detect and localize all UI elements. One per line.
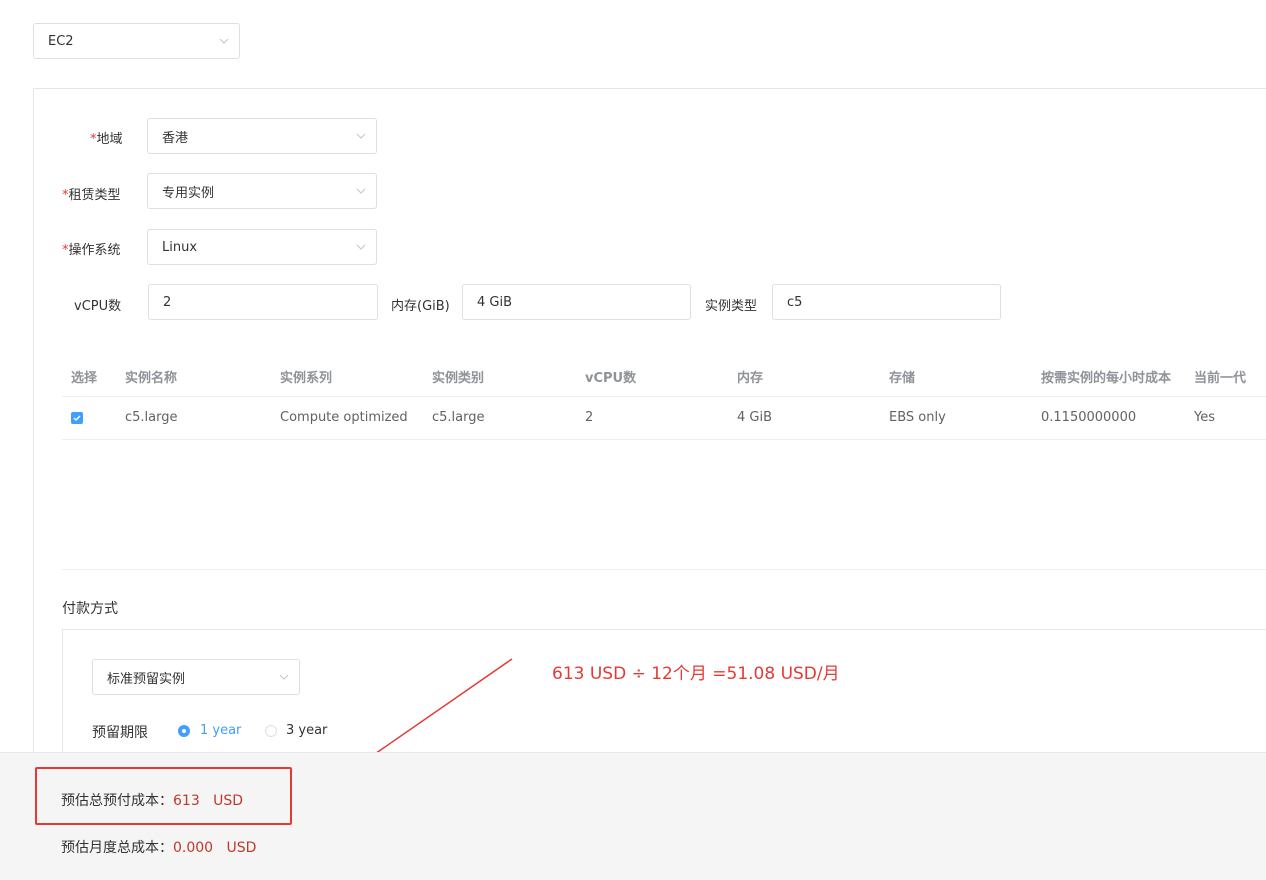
memory-label: 内存(GiB) (391, 299, 450, 314)
table-header-vcpu: vCPU数 (585, 371, 637, 386)
term-option-1year[interactable]: 1 year (200, 723, 241, 738)
table-header-divider (62, 396, 1266, 397)
monthly-cost-row: 预估月度总成本：0.000 USD (61, 837, 256, 857)
row-vcpu: 2 (585, 410, 594, 425)
term-radio-3year[interactable] (265, 725, 277, 737)
row-current-gen: Yes (1194, 410, 1215, 425)
row-name: c5.large (125, 410, 178, 425)
payment-method-select[interactable]: 标准预留实例 (92, 659, 300, 695)
os-select[interactable]: Linux (147, 229, 377, 265)
highlight-box (35, 767, 292, 825)
instance-type-input[interactable]: c5 (772, 284, 1001, 320)
table-header-select: 选择 (71, 371, 98, 386)
row-category: c5.large (432, 410, 485, 425)
os-label: *操作系统 (62, 243, 121, 258)
payment-method-value: 标准预留实例 (107, 671, 186, 687)
row-memory: 4 GiB (737, 410, 773, 425)
term-radio-1year[interactable] (178, 725, 190, 737)
row-checkbox[interactable] (71, 412, 83, 424)
vcpu-label: vCPU数 (74, 299, 122, 314)
chevron-down-icon (219, 38, 229, 44)
vcpu-input[interactable]: 2 (148, 284, 378, 320)
term-option-3year[interactable]: 3 year (286, 723, 327, 738)
lease-type-label: *租赁类型 (62, 188, 121, 203)
lease-type-select-value: 专用实例 (162, 185, 215, 201)
section-divider (62, 569, 1266, 570)
os-select-value: Linux (162, 239, 198, 255)
table-header-hourly-cost: 按需实例的每小时成本 (1041, 371, 1172, 386)
table-header-storage: 存储 (889, 371, 916, 386)
table-header-name: 实例名称 (125, 371, 178, 386)
instance-type-label: 实例类型 (705, 299, 758, 314)
chevron-down-icon (279, 674, 289, 680)
region-label: *地域 (90, 132, 123, 147)
service-select[interactable]: EC2 (33, 23, 240, 59)
vcpu-input-value: 2 (163, 294, 172, 310)
chevron-down-icon (356, 188, 366, 194)
checkmark-icon (73, 415, 81, 421)
monthly-cost-unit: USD (226, 840, 257, 856)
row-hourly-cost: 0.1150000000 (1041, 410, 1137, 425)
region-select[interactable]: 香港 (147, 118, 377, 154)
monthly-cost-value: 0.000 (173, 840, 214, 856)
chevron-down-icon (356, 244, 366, 250)
instance-type-input-value: c5 (787, 294, 803, 310)
table-header-current-gen: 当前一代 (1194, 371, 1247, 386)
chevron-down-icon (356, 133, 366, 139)
table-header-family: 实例系列 (280, 371, 333, 386)
service-select-value: EC2 (48, 33, 74, 49)
region-select-value: 香港 (162, 130, 189, 146)
term-label: 预留期限 (92, 725, 148, 741)
memory-input[interactable]: 4 GiB (462, 284, 691, 320)
table-row-divider (62, 439, 1266, 440)
radio-dot-icon (182, 729, 186, 733)
row-storage: EBS only (889, 410, 946, 425)
lease-type-select[interactable]: 专用实例 (147, 173, 377, 209)
monthly-cost-label: 预估月度总成本： (61, 840, 173, 856)
table-header-memory: 内存 (737, 371, 764, 386)
row-family: Compute optimized (280, 410, 408, 425)
payment-title: 付款方式 (62, 601, 118, 617)
memory-input-value: 4 GiB (477, 294, 513, 310)
payment-card (62, 629, 1266, 770)
annotation-text: 613 USD ÷ 12个月 =51.08 USD/月 (552, 664, 840, 684)
table-header-category: 实例类别 (432, 371, 485, 386)
